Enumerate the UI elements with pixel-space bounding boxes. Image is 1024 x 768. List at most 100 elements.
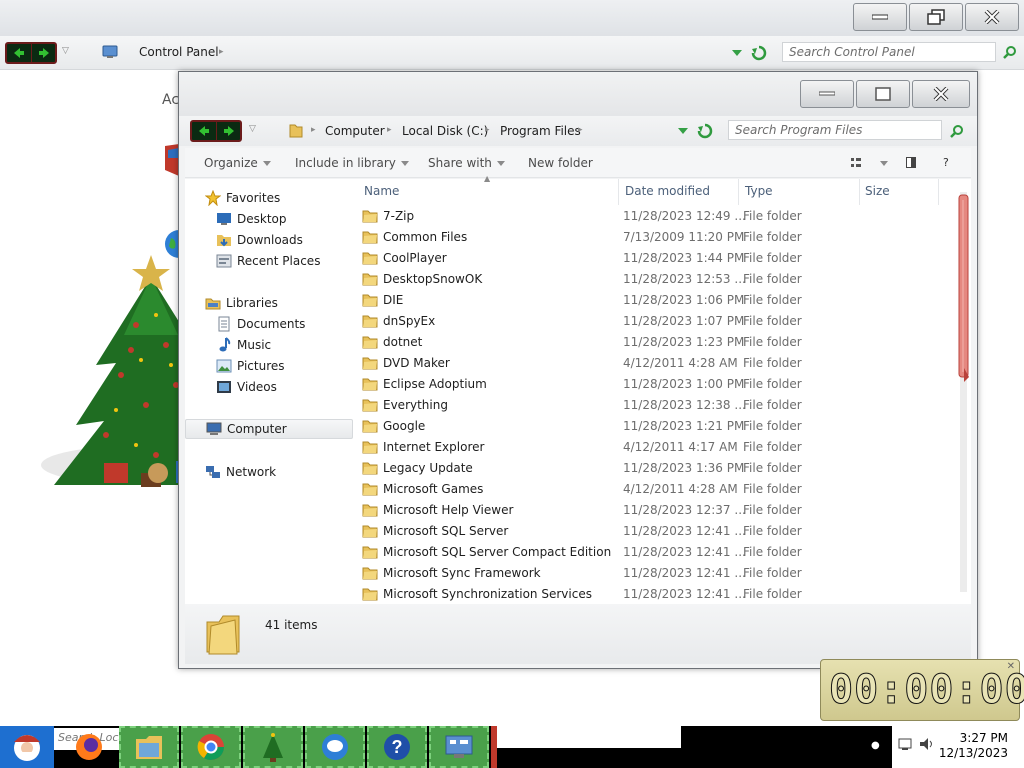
folder-icon — [362, 357, 378, 370]
file-row[interactable]: Microsoft Help Viewer 11/28/2023 12:37 ..… — [353, 500, 943, 521]
nav-recent-places[interactable]: Recent Places — [185, 251, 353, 271]
explorer-search-icon[interactable] — [950, 124, 964, 138]
breadcrumb-chevron-icon[interactable]: ▸ — [219, 47, 224, 57]
start-button[interactable] — [0, 726, 54, 768]
taskbar-explorer[interactable] — [119, 726, 179, 768]
vertical-scrollbar[interactable] — [957, 192, 969, 592]
nav-recent-places-label: Recent Places — [237, 254, 321, 268]
clock-time[interactable]: 3:27 PM — [960, 731, 1008, 745]
file-row[interactable]: Everything 11/28/2023 12:38 ... File folde… — [353, 395, 943, 416]
file-row[interactable]: Microsoft SQL Server 11/28/2023 12:41 ...… — [353, 521, 943, 542]
nav-documents[interactable]: Documents — [185, 314, 353, 334]
notification-dot-icon[interactable]: ● — [871, 740, 880, 751]
nav-pictures[interactable]: Pictures — [185, 356, 353, 376]
help-icon[interactable]: ? — [943, 156, 949, 169]
new-folder-button[interactable]: New folder — [528, 156, 593, 170]
column-header-name[interactable]: Name — [364, 184, 399, 198]
column-divider[interactable] — [618, 179, 619, 205]
file-row[interactable]: Internet Explorer 4/12/2011 4:17 AM File f… — [353, 437, 943, 458]
organize-button[interactable]: Organize — [204, 156, 271, 170]
refresh-icon[interactable] — [751, 45, 767, 61]
explorer-maximize-button[interactable] — [856, 80, 910, 108]
volume-icon[interactable] — [918, 736, 934, 752]
recent-pages-chevron-icon[interactable]: ▽ — [62, 46, 69, 56]
nav-computer[interactable]: Computer — [185, 419, 353, 439]
column-header-size[interactable]: Size — [865, 184, 890, 198]
share-with-button[interactable]: Share with — [428, 156, 505, 170]
breadcrumb-program-files[interactable]: Program Files — [500, 124, 581, 138]
file-row[interactable]: Microsoft Synchronization Services 11/28/… — [353, 584, 943, 605]
breadcrumb-root-chevron-icon[interactable]: ▸ — [311, 125, 316, 135]
address-dropdown-icon[interactable] — [732, 50, 742, 56]
breadcrumb-control-panel[interactable]: Control Panel — [139, 45, 219, 59]
file-row[interactable]: 7-Zip 11/28/2023 12:49 ... File folder — [353, 206, 943, 227]
preview-pane-icon[interactable] — [906, 157, 916, 168]
back-button[interactable] — [7, 44, 31, 62]
file-date-modified: 11/28/2023 1:06 PM — [623, 293, 745, 307]
nav-network[interactable]: Network — [185, 462, 353, 482]
breadcrumb-chevron-icon[interactable]: ▸ — [578, 125, 583, 135]
restore-button[interactable] — [909, 3, 963, 31]
taskbar-help[interactable]: ? — [367, 726, 427, 768]
control-panel-icon — [102, 45, 118, 62]
include-in-library-button[interactable]: Include in library — [295, 156, 409, 170]
file-row[interactable]: dotnet 11/28/2023 1:23 PM File folder — [353, 332, 943, 353]
timer-gadget[interactable]: 00:00:00 ✕ — [820, 659, 1024, 721]
explorer-close-button[interactable] — [912, 80, 970, 108]
nav-videos[interactable]: Videos — [185, 377, 353, 397]
explorer-back-button[interactable] — [192, 122, 216, 140]
folder-icon — [362, 315, 378, 328]
file-row[interactable]: Google 11/28/2023 1:21 PM File folder — [353, 416, 943, 437]
taskbar-christmas-tree-app[interactable] — [243, 726, 303, 768]
breadcrumb-chevron-icon[interactable]: ▸ — [485, 125, 490, 135]
explorer-address-dropdown-icon[interactable] — [678, 128, 688, 134]
minimize-button[interactable] — [853, 3, 907, 31]
column-divider[interactable] — [938, 179, 939, 205]
taskbar-control-panel[interactable] — [429, 726, 489, 768]
file-row[interactable]: Eclipse Adoptium 11/28/2023 1:00 PM File f… — [353, 374, 943, 395]
taskbar-chat-app[interactable] — [305, 726, 365, 768]
close-button[interactable] — [965, 3, 1019, 31]
file-row[interactable]: DesktopSnowOK 11/28/2023 12:53 ... File fo… — [353, 269, 943, 290]
file-row[interactable]: Legacy Update 11/28/2023 1:36 PM File fold… — [353, 458, 943, 479]
forward-button[interactable] — [31, 44, 55, 62]
nav-downloads[interactable]: Downloads — [185, 230, 353, 250]
clock-date[interactable]: 12/13/2023 — [939, 746, 1008, 760]
column-divider[interactable] — [738, 179, 739, 205]
column-header-date-modified[interactable]: Date modified — [625, 184, 710, 198]
file-row[interactable]: DIE 11/28/2023 1:06 PM File folder — [353, 290, 943, 311]
column-divider[interactable] — [859, 179, 860, 205]
explorer-search-input[interactable]: Search Program Files — [728, 120, 942, 140]
file-row[interactable]: Microsoft SQL Server Compact Edition 11/2… — [353, 542, 943, 563]
file-type: File folder — [743, 377, 802, 391]
gadget-close-icon[interactable]: ✕ — [1007, 661, 1015, 672]
column-header-type[interactable]: Type — [745, 184, 773, 198]
file-type: File folder — [743, 272, 802, 286]
nav-desktop[interactable]: Desktop — [185, 209, 353, 229]
explorer-forward-button[interactable] — [216, 122, 240, 140]
explorer-recent-chevron-icon[interactable]: ▽ — [249, 124, 256, 134]
breadcrumb-computer[interactable]: Computer — [325, 124, 385, 138]
nav-favorites[interactable]: Favorites — [185, 188, 353, 208]
view-options-icon[interactable] — [851, 158, 861, 168]
file-name: Microsoft Games — [383, 482, 484, 496]
file-type: File folder — [743, 251, 802, 265]
explorer-minimize-button[interactable] — [800, 80, 854, 108]
file-row[interactable]: Microsoft Games 4/12/2011 4:28 AM File fol… — [353, 479, 943, 500]
file-row[interactable]: Microsoft Sync Framework 11/28/2023 12:41… — [353, 563, 943, 584]
nav-libraries[interactable]: Libraries — [185, 293, 353, 313]
breadcrumb-local-disk[interactable]: Local Disk (C:) — [402, 124, 488, 138]
file-row[interactable]: Common Files 7/13/2009 11:20 PM File folde… — [353, 227, 943, 248]
explorer-refresh-icon[interactable] — [697, 123, 713, 139]
view-dropdown-icon[interactable] — [880, 161, 888, 166]
breadcrumb-chevron-icon[interactable]: ▸ — [387, 125, 392, 135]
taskbar-firefox[interactable] — [61, 726, 116, 768]
search-icon[interactable] — [1003, 45, 1017, 59]
network-tray-icon[interactable] — [898, 736, 914, 752]
nav-music[interactable]: Music — [185, 335, 353, 355]
file-row[interactable]: CoolPlayer 11/28/2023 1:44 PM File folder — [353, 248, 943, 269]
control-panel-search-input[interactable]: Search Control Panel — [782, 42, 996, 62]
file-row[interactable]: dnSpyEx 11/28/2023 1:07 PM File folder — [353, 311, 943, 332]
file-row[interactable]: DVD Maker 4/12/2011 4:28 AM File folder — [353, 353, 943, 374]
taskbar-chrome[interactable] — [181, 726, 241, 768]
